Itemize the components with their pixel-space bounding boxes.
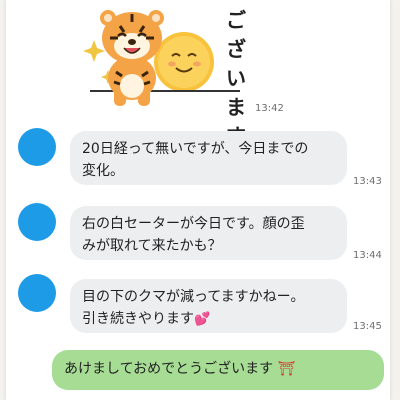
message-bubble[interactable]: 目の下のクマが減ってますかねー。 引き続きやります💕 xyxy=(70,279,347,333)
message-time: 13:45 xyxy=(353,321,382,332)
message-time: 13:42 xyxy=(255,103,284,114)
message-line-text: 引き続きやります xyxy=(82,311,194,327)
sender-avatar[interactable] xyxy=(18,274,56,312)
outgoing-message-text: あけましておめでとうございます xyxy=(64,361,274,377)
sender-avatar[interactable] xyxy=(18,203,56,241)
message-line: 目の下のクマが減ってますかねー。 xyxy=(82,289,305,305)
chat-screen: ございます 13:42 20日経って無いですが、今日までの 変化。 13:43 … xyxy=(6,0,390,400)
heart-emoji-icon: 💕 xyxy=(194,312,211,327)
sticker-caption: ございます xyxy=(226,8,247,148)
message-line: 20日経って無いですが、今日までの xyxy=(82,141,309,157)
outgoing-message-bubble[interactable]: あけましておめでとうございます ⛩ xyxy=(52,350,384,390)
message-line: 変化。 xyxy=(82,163,124,179)
torii-emoji-icon: ⛩ xyxy=(277,361,296,377)
message-time: 13:43 xyxy=(353,176,382,187)
tiger-sun-sticker[interactable]: ございます xyxy=(80,0,260,148)
message-bubble[interactable]: 右の白セーターが今日です。顔の歪 みが取れて来たかも？ xyxy=(70,206,347,260)
message-line: 引き続きやります💕 xyxy=(82,308,335,331)
message-time: 13:44 xyxy=(353,250,382,261)
message-bubble[interactable]: 20日経って無いですが、今日までの 変化。 xyxy=(70,131,347,185)
sender-avatar[interactable] xyxy=(18,128,56,166)
message-line: 右の白セーターが今日です。顔の歪 xyxy=(82,216,305,232)
message-line: みが取れて来たかも？ xyxy=(82,238,222,254)
